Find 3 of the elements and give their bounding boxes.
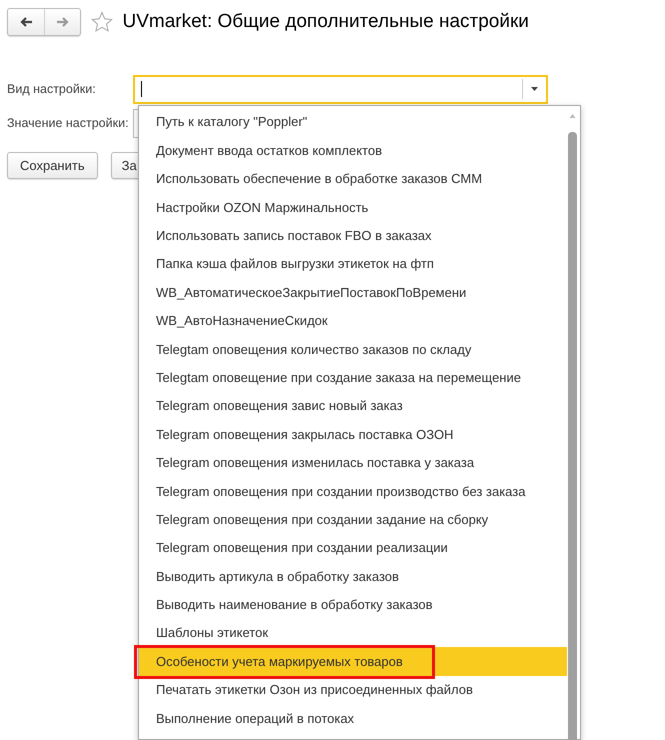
window-title: UVmarket: Общие дополнительные настройки [122,10,529,34]
field-label: Значение настройки: [7,114,130,132]
field-label: Вид настройки: [7,80,97,98]
